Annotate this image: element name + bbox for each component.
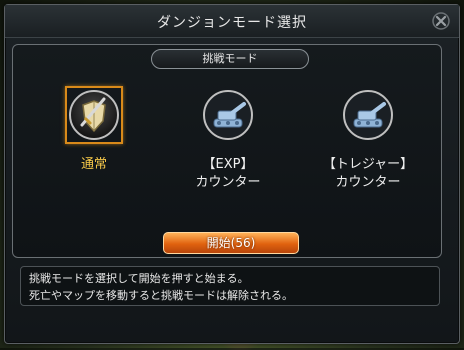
mode-label-treasure-counter: 【トレジャー】 カウンター	[322, 157, 414, 190]
challenge-mode-tab: 挑戦モード	[151, 49, 309, 69]
description-line: 死亡やマップを移動すると挑戦モードは解除される。	[29, 289, 293, 302]
close-x-icon[interactable]	[431, 11, 451, 31]
tank-icon	[203, 90, 253, 140]
mode-option-exp-counter[interactable]: 【EXP】 カウンター	[182, 86, 274, 192]
mode-label-exp-counter: 【EXP】 カウンター	[195, 157, 261, 190]
shield-sword-icon	[69, 90, 119, 140]
mode-frame[interactable]	[199, 86, 257, 144]
mode-frame[interactable]	[339, 86, 397, 144]
dialog-title: ダンジョンモード選択	[157, 15, 307, 31]
title-bar[interactable]: ダンジョンモード選択	[5, 5, 459, 38]
start-button[interactable]: 開始(56)	[163, 232, 299, 254]
description-box: 挑戦モードを選択して開始を押すと始まる。 死亡やマップを移動すると挑戦モードは解…	[20, 266, 440, 306]
mode-option-normal[interactable]: 通常	[48, 86, 140, 174]
mode-option-treasure-counter[interactable]: 【トレジャー】 カウンター	[322, 86, 414, 192]
tank-icon	[343, 90, 393, 140]
mode-frame[interactable]	[65, 86, 123, 144]
mode-label-normal: 通常	[80, 157, 107, 172]
description-line: 挑戦モードを選択して開始を押すと始まる。	[29, 272, 249, 285]
